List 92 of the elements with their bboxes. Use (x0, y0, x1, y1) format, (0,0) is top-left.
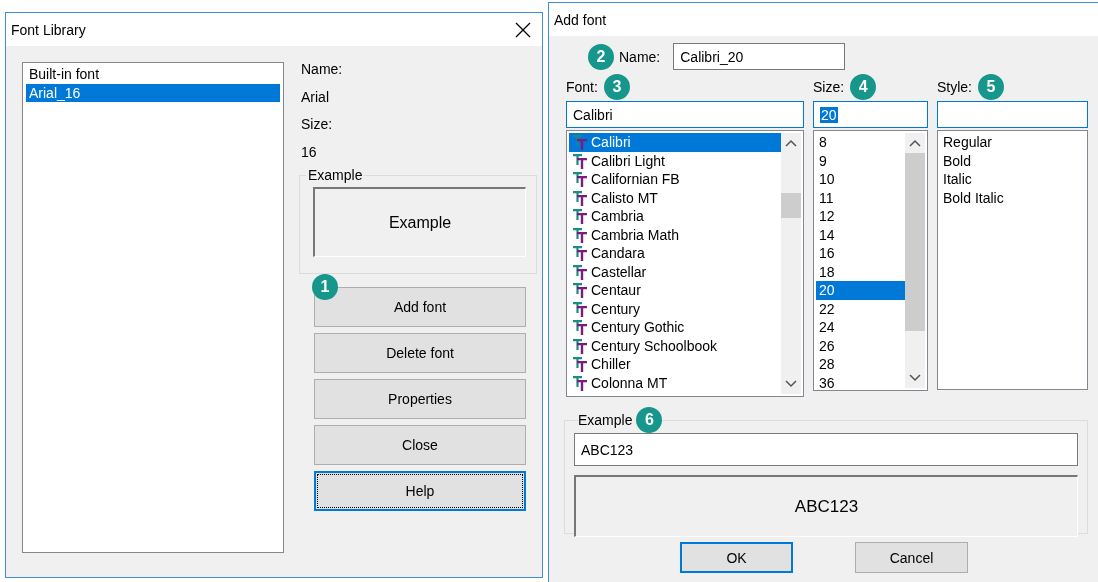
example-text-field[interactable]: ABC123 (574, 433, 1078, 466)
step-number-badge: 1 (312, 274, 338, 300)
list-item[interactable]: 9 (816, 151, 905, 170)
font-type-icon (572, 245, 588, 262)
font-label: Font: (566, 79, 598, 95)
list-item[interactable]: 24 (816, 318, 905, 337)
example-preview: Example (313, 187, 526, 257)
size-value: 16 (301, 142, 318, 162)
list-item[interactable]: 36 (816, 373, 905, 388)
list-item[interactable]: Chiller (569, 355, 781, 374)
scroll-thumb[interactable] (781, 193, 801, 218)
step-number-badge: 4 (850, 74, 877, 100)
list-item[interactable]: 11 (816, 188, 905, 207)
list-item[interactable]: Californian FB (569, 170, 781, 189)
dialog-button[interactable]: Help (314, 471, 526, 511)
list-item[interactable]: Calisto MT (569, 188, 781, 207)
name-label: Name: (619, 48, 661, 65)
name-value: Arial (301, 87, 330, 107)
size-label: Size: (301, 115, 334, 134)
list-item[interactable]: Bold (940, 151, 1085, 170)
list-item[interactable]: Century Gothic (569, 318, 781, 337)
font-type-icon (572, 282, 588, 299)
font-type-icon (572, 356, 588, 373)
style-field[interactable] (937, 101, 1088, 128)
list-item[interactable]: Calibri (569, 133, 781, 152)
font-type-icon (572, 300, 588, 317)
list-item[interactable]: Candara (569, 244, 781, 263)
style-list[interactable]: Regular Bold Italic Bold Italic (937, 130, 1088, 390)
font-type-icon (572, 171, 588, 188)
font-type-icon (572, 134, 588, 151)
dialog-button[interactable]: Properties (314, 379, 526, 419)
window-title: Add font (554, 11, 607, 28)
example-preview: ABC123 (574, 475, 1078, 537)
list-item[interactable]: Built-in font (26, 65, 280, 84)
font-type-icon (572, 337, 588, 354)
list-item[interactable]: Calibri Light (569, 151, 781, 170)
list-item[interactable]: Centaur (569, 281, 781, 300)
size-label: Size: (813, 79, 845, 95)
dialog-button[interactable]: OK (680, 542, 793, 573)
font-type-icon (572, 374, 588, 391)
list-item[interactable]: 18 (816, 262, 905, 281)
list-item[interactable]: 28 (816, 355, 905, 374)
step-number-badge: 6 (636, 407, 663, 433)
list-item[interactable]: 8 (816, 133, 905, 152)
font-type-icon (572, 152, 588, 169)
list-item[interactable]: Regular (940, 133, 1085, 152)
step-number-badge: 2 (588, 43, 614, 70)
chevron-up-icon (909, 139, 921, 147)
list-item[interactable]: 14 (816, 225, 905, 244)
font-type-icon (572, 226, 588, 243)
list-item[interactable]: 10 (816, 170, 905, 189)
size-field[interactable]: 20 (813, 101, 928, 128)
list-item[interactable]: Century (569, 299, 781, 318)
name-field[interactable]: Calibri_20 (673, 43, 846, 70)
list-item[interactable]: Cambria Math (569, 225, 781, 244)
dialog-button[interactable]: Delete font (314, 333, 526, 373)
list-item[interactable]: Arial_16 (26, 83, 280, 102)
step-number-badge: 3 (603, 74, 630, 100)
chevron-up-icon (785, 139, 797, 147)
list-item[interactable]: 26 (816, 336, 905, 355)
list-item[interactable]: 22 (816, 299, 905, 318)
scrollbar[interactable] (905, 133, 925, 388)
dialog-button[interactable]: Close (314, 425, 526, 465)
list-item[interactable]: Italic (940, 170, 1085, 189)
list-item[interactable]: 20 (816, 281, 905, 300)
style-label: Style: (937, 79, 972, 95)
font-list[interactable]: Calibri Calibri Light Californian FB Calisto MT Cambria Cambria Math Candara Castellar Centaur Century Century Gothic Century Schoolbook Chiller Colonna MT (566, 130, 804, 397)
chevron-down-icon (785, 380, 797, 388)
size-list[interactable]: 8 9 10 11 12 14 16 18 20 22 24 26 28 36 (813, 130, 928, 391)
dialog-button[interactable]: Cancel (855, 542, 968, 573)
chevron-down-icon (909, 374, 921, 382)
font-type-icon (572, 208, 588, 225)
example-label: Example (307, 167, 364, 183)
font-type-icon (572, 263, 588, 280)
example-label: Example (578, 412, 633, 428)
scroll-thumb[interactable] (905, 153, 925, 331)
list-item[interactable]: Castellar (569, 262, 781, 281)
scrollbar[interactable] (781, 133, 801, 394)
font-type-icon (572, 189, 588, 206)
list-item[interactable]: Colonna MT (569, 373, 781, 392)
close-icon[interactable] (514, 20, 532, 39)
font-field[interactable]: Calibri (566, 101, 804, 128)
font-list[interactable]: Built-in font Arial_16 (22, 62, 284, 553)
window-title: Font Library (11, 21, 86, 38)
list-item[interactable]: Century Schoolbook (569, 336, 781, 355)
font-type-icon (572, 319, 588, 336)
name-label: Name: (301, 60, 344, 79)
list-item[interactable]: Bold Italic (940, 188, 1085, 207)
list-item[interactable]: 16 (816, 244, 905, 263)
step-number-badge: 5 (978, 74, 1004, 100)
list-item[interactable]: Cambria (569, 207, 781, 226)
list-item[interactable]: 12 (816, 207, 905, 226)
